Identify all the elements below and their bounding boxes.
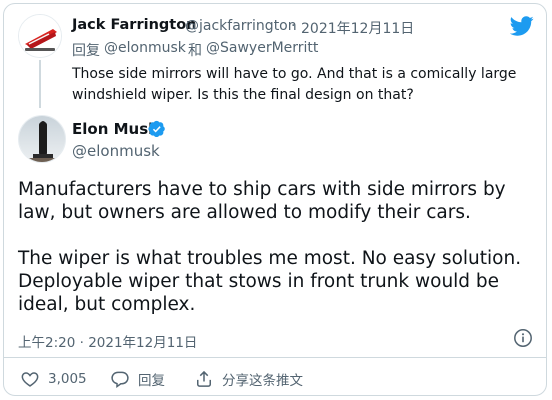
verified-badge-icon <box>148 120 166 138</box>
share-button[interactable]: 分享这条推文 <box>194 368 303 390</box>
like-count: 3,005 <box>48 371 87 387</box>
share-label: 分享这条推文 <box>222 373 303 389</box>
like-button[interactable]: 3,005 <box>20 368 87 390</box>
actions-divider <box>3 357 547 358</box>
replying-to-label: 回复 <box>72 43 100 59</box>
red-stapler-avatar-image <box>19 15 61 57</box>
replying-to-user-sawyermerritt[interactable]: @SawyerMerritt <box>206 40 318 56</box>
replying-to-user-elonmusk[interactable]: @elonmusk <box>104 40 186 56</box>
reply-separator: · <box>291 18 296 34</box>
reply-label: 回复 <box>138 373 165 389</box>
thread-connector-line <box>39 60 41 108</box>
main-author-handle[interactable]: @elonmusk <box>72 142 160 160</box>
starship-avatar-image <box>19 116 65 162</box>
reply-author-name[interactable]: Jack Farrington <box>72 17 197 33</box>
reply-date[interactable]: 2021年12月11日 <box>301 18 414 38</box>
reply-author-handle[interactable]: @jackfarrington <box>185 18 297 34</box>
share-icon <box>197 370 211 387</box>
main-tweet-paragraph-1: Manufacturers have to ship cars with sid… <box>18 179 506 223</box>
replying-to-and: 和 <box>188 43 202 59</box>
info-icon[interactable] <box>513 328 533 348</box>
reply-bubble-icon <box>111 371 129 388</box>
reply-button[interactable]: 回复 <box>110 368 165 390</box>
main-tweet-paragraph-2: The wiper is what troubles me most. No e… <box>18 248 522 315</box>
main-tweet-text: Manufacturers have to ship cars with sid… <box>18 178 538 316</box>
reply-tweet-text: Those side mirrors will have to go. And … <box>72 66 517 103</box>
reply-author-avatar[interactable] <box>18 14 62 58</box>
twitter-bird-icon[interactable] <box>509 14 534 38</box>
main-author-avatar[interactable] <box>18 115 66 163</box>
heart-icon <box>21 372 39 387</box>
main-author-name[interactable]: Elon Musk <box>72 120 158 138</box>
tweet-timestamp[interactable]: 上午2:20 · 2021年12月11日 <box>18 331 197 351</box>
